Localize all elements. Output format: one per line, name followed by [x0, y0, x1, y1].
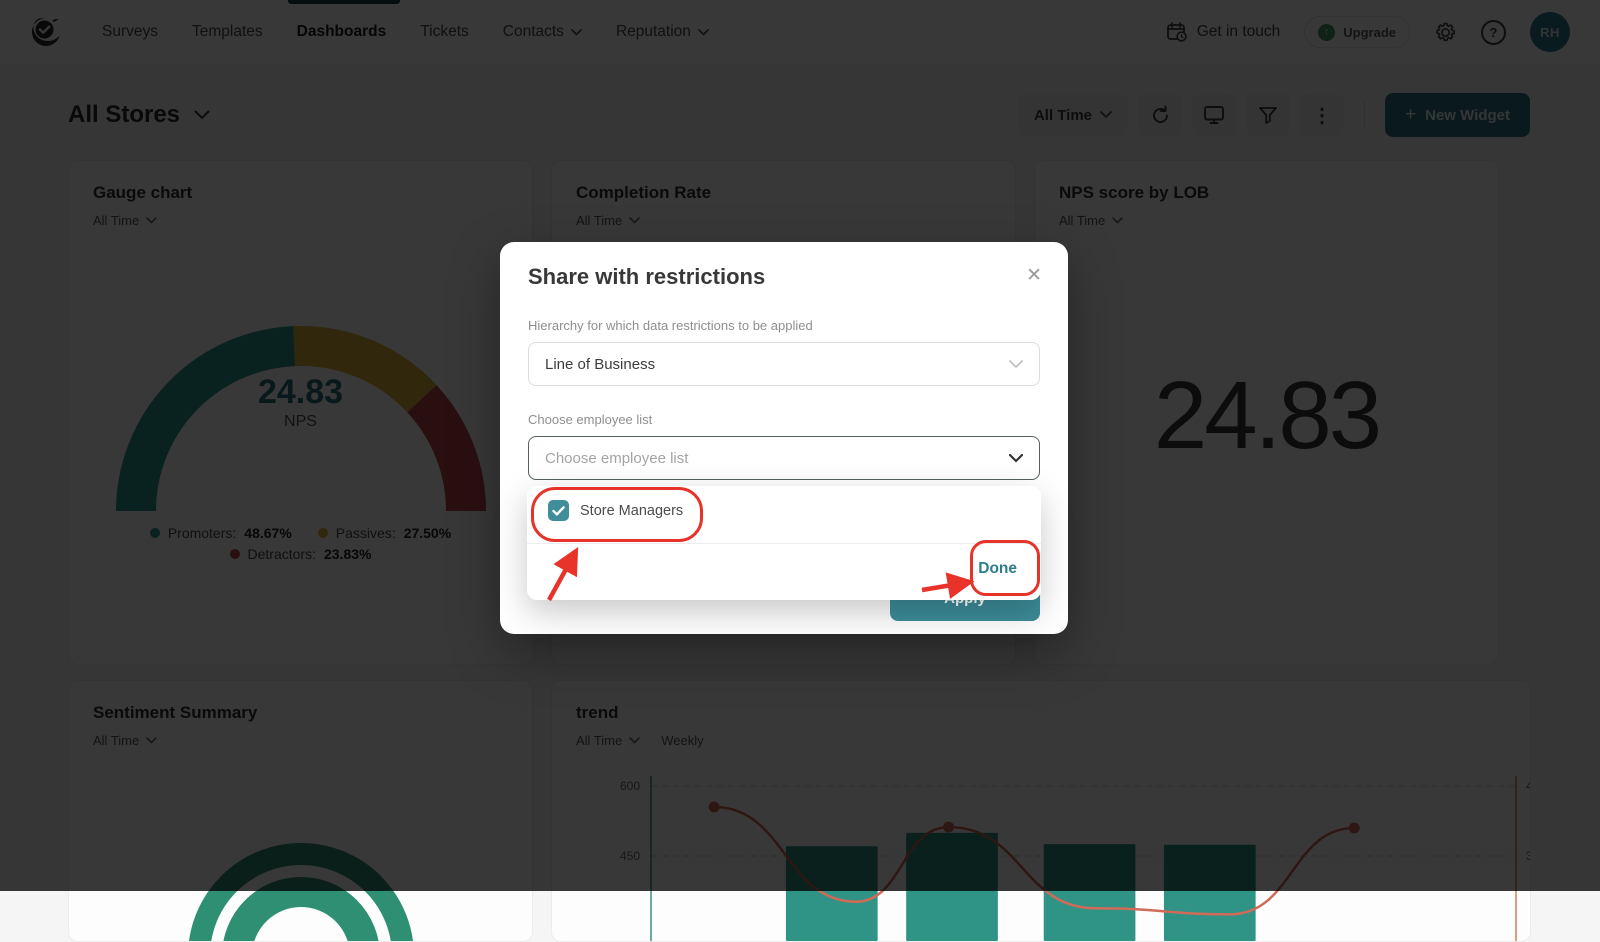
- employee-field-label: Choose employee list: [528, 412, 652, 427]
- chevron-down-icon: [1009, 360, 1023, 369]
- modal-title: Share with restrictions: [528, 264, 765, 290]
- employee-list-select[interactable]: Choose employee list: [528, 436, 1040, 480]
- done-button[interactable]: Done: [978, 560, 1017, 578]
- divider: [527, 543, 1041, 544]
- hierarchy-selected-value: Line of Business: [545, 356, 655, 373]
- employee-list-dropdown-panel: Store Managers Done: [527, 486, 1041, 600]
- store-managers-checkbox[interactable]: [548, 500, 569, 521]
- close-icon[interactable]: ✕: [1026, 266, 1042, 285]
- chevron-down-icon: [1009, 454, 1023, 463]
- hierarchy-select[interactable]: Line of Business: [528, 342, 1040, 386]
- employee-select-placeholder: Choose employee list: [545, 450, 688, 467]
- checkmark-icon: [552, 506, 565, 516]
- hierarchy-field-label: Hierarchy for which data restrictions to…: [528, 318, 813, 333]
- store-managers-option-label[interactable]: Store Managers: [580, 503, 683, 519]
